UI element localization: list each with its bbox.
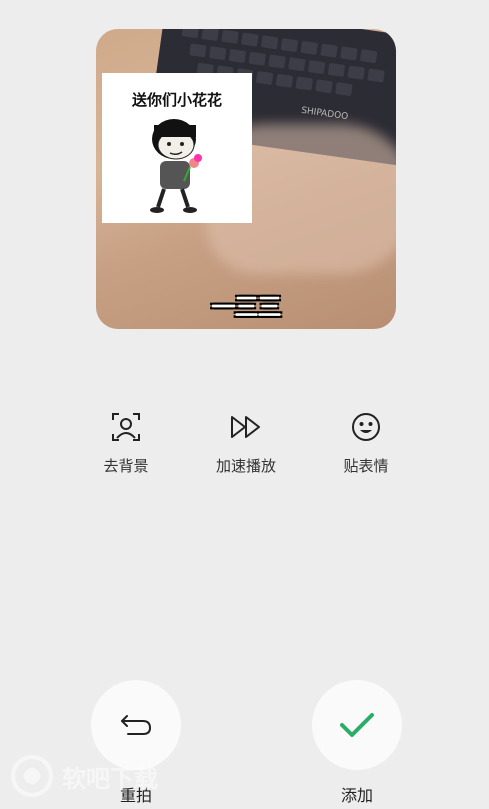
tool-label: 加速播放: [215, 457, 276, 475]
smiley-icon: [352, 413, 380, 441]
tool-label: 去背景: [103, 457, 149, 475]
checkmark-icon: [340, 713, 374, 737]
speed-up-button[interactable]: 加速播放: [201, 407, 291, 476]
tool-label: 贴表情: [343, 457, 389, 475]
watermark-text: 软吧下载: [62, 764, 158, 793]
undo-arrow-icon: [121, 715, 152, 735]
watermark-logo-icon: [11, 755, 53, 797]
sticker-text: 送你们小花花: [131, 91, 222, 109]
fast-forward-icon: [231, 416, 260, 438]
meme-sticker[interactable]: 送你们小花花: [102, 73, 252, 223]
add-sticker-button[interactable]: 贴表情: [321, 407, 411, 476]
portrait-icon: [112, 413, 140, 441]
video-caption[interactable]: 一三三: [96, 287, 396, 322]
remove-background-button[interactable]: 去背景: [81, 407, 171, 476]
meme-character-icon: [150, 119, 202, 213]
video-preview[interactable]: SHIPADOO 送你们小花花 一三三: [96, 29, 396, 329]
add-label: 添加: [340, 786, 373, 805]
add-button[interactable]: [312, 680, 402, 770]
watermark: 软吧下载: [10, 754, 158, 798]
